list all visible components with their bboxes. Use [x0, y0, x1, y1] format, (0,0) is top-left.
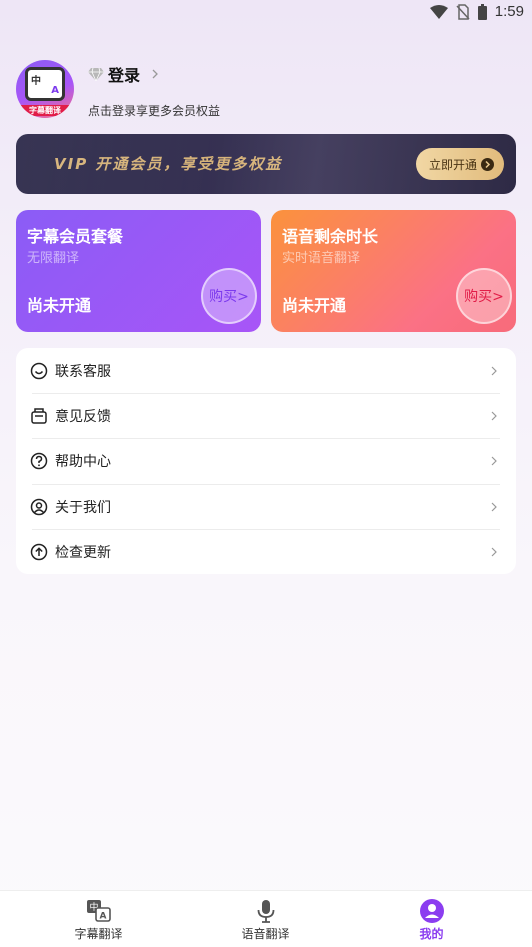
card-status: 尚未开通 [282, 296, 347, 315]
subtitle-plan-card[interactable]: 字幕会员套餐 无限翻译 尚未开通 购买> [16, 210, 261, 332]
login-link[interactable]: 登录 [88, 62, 160, 86]
arrow-circle-icon [481, 157, 494, 171]
menu-item-feedback[interactable]: 意见反馈 [16, 393, 516, 438]
profile-icon [419, 899, 444, 923]
status-icons: 1:59 [429, 3, 524, 20]
diamond-icon [88, 67, 104, 81]
menu-item-check-update[interactable]: 检查更新 [16, 529, 516, 574]
customer-service-icon [30, 362, 48, 379]
subtitle-translate-icon: 中 A [86, 900, 111, 922]
update-icon [30, 543, 48, 560]
voice-time-card[interactable]: 语音剩余时长 实时语音翻译 尚未开通 购买> [271, 210, 516, 332]
card-status: 尚未开通 [27, 296, 92, 315]
chevron-right-icon [491, 366, 497, 375]
menu-item-label: 帮助中心 [55, 453, 111, 470]
card-title: 语音剩余时长 [282, 227, 379, 246]
menu-item-label: 联系客服 [55, 363, 111, 380]
avatar-glyph-2: A [51, 85, 59, 96]
feedback-icon [31, 407, 47, 424]
menu-item-label: 意见反馈 [55, 408, 111, 425]
chevron-right-icon [491, 502, 497, 511]
settings-menu: 联系客服 意见反馈 帮助中心 关于我们 检查更新 [16, 348, 516, 574]
nav-label: 语音翻译 [241, 927, 290, 941]
wifi-icon [429, 4, 448, 19]
menu-item-help-center[interactable]: 帮助中心 [16, 438, 516, 483]
profile-header[interactable]: 中 A 字幕翻译 登录 点击登录享更多会员权益 [16, 60, 516, 122]
about-icon [30, 498, 48, 515]
nav-item-subtitle-translate[interactable]: 中 A 字幕翻译 [10, 891, 187, 947]
card-subtitle: 实时语音翻译 [282, 251, 361, 266]
help-icon [30, 452, 48, 469]
avatar[interactable]: 中 A 字幕翻译 [16, 60, 74, 118]
menu-item-contact-service[interactable]: 联系客服 [16, 348, 516, 393]
buy-voice-time-button[interactable]: 购买> [456, 268, 512, 324]
menu-item-label: 检查更新 [55, 544, 111, 561]
chevron-right-icon [491, 411, 497, 420]
login-label: 登录 [108, 66, 141, 85]
no-sim-icon [456, 3, 470, 20]
menu-item-about-us[interactable]: 关于我们 [16, 484, 516, 529]
bottom-nav: 中 A 字幕翻译 语音翻译 我的 [0, 890, 532, 947]
card-subtitle: 无限翻译 [27, 251, 80, 266]
microphone-icon [257, 900, 274, 923]
vip-banner-text: VIP 开通会员，享受更多权益 [54, 155, 283, 173]
activate-vip-button[interactable]: 立即开通 [415, 148, 504, 180]
chevron-right-icon [152, 69, 158, 79]
nav-label: 字幕翻译 [74, 927, 123, 941]
chevron-right-icon [491, 547, 497, 556]
card-title: 字幕会员套餐 [27, 227, 124, 246]
buy-subtitle-plan-button[interactable]: 购买> [201, 268, 257, 324]
status-time: 1:59 [494, 3, 524, 20]
vip-banner[interactable]: VIP 开通会员，享受更多权益 立即开通 [16, 134, 516, 194]
chevron-right-icon [491, 456, 497, 465]
nav-label: 我的 [419, 927, 444, 941]
battery-icon [477, 3, 487, 20]
nav-item-voice-translate[interactable]: 语音翻译 [177, 891, 354, 947]
avatar-glyph-1: 中 [31, 76, 41, 87]
activate-vip-label: 立即开通 [428, 157, 477, 172]
menu-item-label: 关于我们 [55, 499, 111, 516]
nav-item-profile[interactable]: 我的 [343, 891, 520, 947]
status-bar: 1:59 [0, 0, 532, 26]
app-logo-icon: 中 A [25, 67, 65, 101]
avatar-caption: 字幕翻译 [16, 105, 74, 116]
login-subtitle: 点击登录享更多会员权益 [88, 104, 221, 118]
svg-text:A: A [99, 912, 106, 922]
